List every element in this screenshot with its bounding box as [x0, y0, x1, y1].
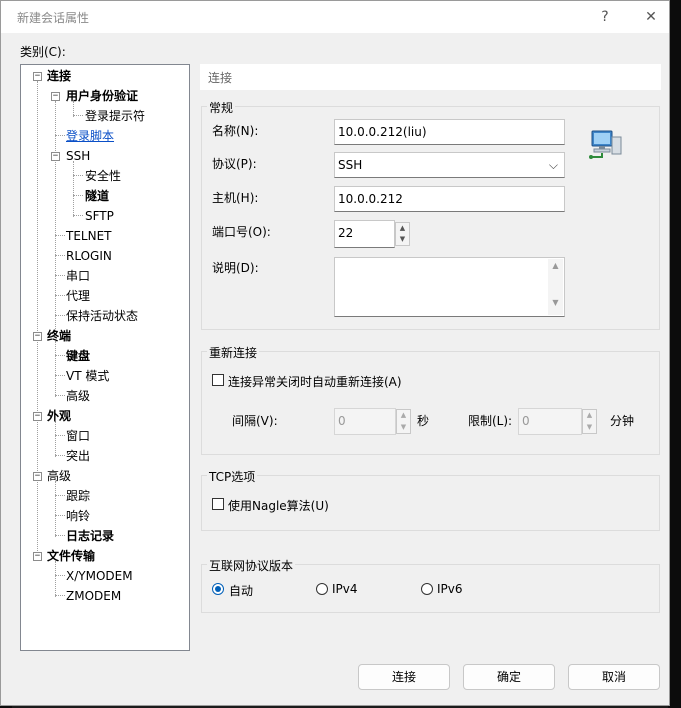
ip-version-group-title: 互联网协议版本: [207, 557, 296, 574]
tree-item-keyboard[interactable]: 键盘: [66, 348, 90, 364]
cancel-button[interactable]: 取消: [568, 664, 660, 690]
host-label: 主机(H):: [212, 191, 259, 205]
host-input[interactable]: 10.0.0.212: [334, 186, 565, 212]
limit-spinner[interactable]: ▲ ▼: [582, 409, 597, 434]
ipv4-label: IPv4: [332, 582, 358, 596]
nagle-checkbox[interactable]: [212, 498, 224, 510]
tree-item-terminal[interactable]: 终端: [47, 328, 71, 344]
expand-toggle-file-transfer[interactable]: −: [33, 552, 42, 561]
tree-item-file-transfer[interactable]: 文件传输: [47, 548, 95, 564]
ip-auto-radio[interactable]: [212, 583, 224, 595]
reconnect-group-title: 重新连接: [207, 344, 260, 361]
tree-item-xymodem[interactable]: X/YMODEM: [66, 568, 133, 584]
tree-item-trace[interactable]: 跟踪: [66, 488, 90, 504]
tree-item-rlogin[interactable]: RLOGIN: [66, 248, 112, 264]
protocol-label: 协议(P):: [212, 157, 257, 171]
tree-item-window[interactable]: 窗口: [66, 428, 90, 444]
tree-item-user-auth[interactable]: 用户身份验证: [66, 88, 138, 104]
tree-item-highlight[interactable]: 突出: [66, 448, 90, 464]
interval-spinner[interactable]: ▲ ▼: [396, 409, 411, 434]
tree-item-serial[interactable]: 串口: [66, 268, 90, 284]
limit-unit: 分钟: [610, 414, 635, 428]
tree-item-proxy[interactable]: 代理: [66, 288, 90, 304]
expand-toggle-appearance[interactable]: −: [33, 412, 42, 421]
ip-auto-label: 自动: [229, 584, 254, 598]
tree-item-security[interactable]: 安全性: [85, 168, 121, 184]
scroll-down-icon[interactable]: ▼: [548, 298, 563, 307]
tree-item-sftp[interactable]: SFTP: [85, 208, 114, 224]
panel-header: 连接: [200, 64, 661, 90]
general-group-title: 常规: [207, 99, 236, 116]
nagle-label: 使用Nagle算法(U): [228, 499, 329, 513]
expand-toggle-connection[interactable]: −: [33, 72, 42, 81]
expand-toggle-user-auth[interactable]: −: [51, 92, 60, 101]
category-tree[interactable]: − 连接 − 用户身份验证 登录提示符 登录脚本 − SSH 安全性 隧道 SF…: [20, 64, 190, 651]
description-label: 说明(D):: [212, 261, 259, 275]
title-bar: 新建会话属性 ? ✕: [1, 1, 669, 33]
limit-up-icon[interactable]: ▲: [583, 410, 596, 422]
protocol-select-value: SSH: [338, 158, 363, 172]
expand-toggle-advanced[interactable]: −: [33, 472, 42, 481]
auto-reconnect-checkbox[interactable]: [212, 374, 224, 386]
limit-down-icon[interactable]: ▼: [583, 422, 596, 434]
help-button[interactable]: ?: [590, 5, 620, 29]
connect-button[interactable]: 连接: [358, 664, 450, 690]
interval-up-icon[interactable]: ▲: [397, 410, 410, 422]
reconnect-group: [201, 351, 660, 455]
interval-input[interactable]: 0: [334, 408, 396, 435]
session-properties-dialog: 新建会话属性 ? ✕ 类别(C): − 连接 − 用户身份验证 登录提示符 登录…: [0, 0, 670, 706]
network-computer-icon: [589, 130, 622, 159]
tree-item-tunnel[interactable]: 隧道: [85, 188, 109, 204]
expand-toggle-ssh[interactable]: −: [51, 152, 60, 161]
name-label: 名称(N):: [212, 124, 259, 138]
port-input[interactable]: 22: [334, 220, 395, 248]
auto-reconnect-label: 连接异常关闭时自动重新连接(A): [228, 375, 402, 389]
tcp-group-title: TCP选项: [207, 468, 258, 485]
port-down-icon[interactable]: ▼: [396, 234, 409, 245]
tree-item-ssh[interactable]: SSH: [66, 148, 90, 164]
interval-unit: 秒: [417, 414, 430, 428]
category-label: 类别(C):: [20, 45, 66, 59]
tree-item-appearance[interactable]: 外观: [47, 408, 71, 424]
description-textarea[interactable]: [334, 257, 565, 317]
port-label: 端口号(O):: [212, 225, 271, 239]
tree-item-bell[interactable]: 响铃: [66, 508, 90, 524]
interval-down-icon[interactable]: ▼: [397, 422, 410, 434]
tree-item-terminal-advanced[interactable]: 高级: [66, 388, 90, 404]
expand-toggle-terminal[interactable]: −: [33, 332, 42, 341]
interval-label: 间隔(V):: [232, 414, 278, 428]
limit-label: 限制(L):: [468, 414, 513, 428]
panel-header-title: 连接: [208, 71, 233, 85]
ok-button[interactable]: 确定: [463, 664, 555, 690]
port-up-icon[interactable]: ▲: [396, 223, 409, 234]
port-spinner[interactable]: ▲ ▼: [395, 222, 410, 246]
ipv4-radio[interactable]: [316, 583, 328, 595]
tree-item-telnet[interactable]: TELNET: [66, 228, 112, 244]
limit-input[interactable]: 0: [518, 408, 582, 435]
tree-item-advanced[interactable]: 高级: [47, 468, 71, 484]
ipv6-label: IPv6: [437, 582, 463, 596]
tree-item-logging[interactable]: 日志记录: [66, 528, 114, 544]
tree-item-vt-mode[interactable]: VT 模式: [66, 368, 109, 384]
name-input[interactable]: 10.0.0.212(liu): [334, 119, 565, 145]
protocol-select[interactable]: SSH ⌵: [334, 152, 565, 178]
tree-item-zmodem[interactable]: ZMODEM: [66, 588, 121, 604]
chevron-down-icon: ⌵: [548, 158, 558, 172]
description-scrollbar[interactable]: ▲ ▼: [548, 259, 563, 315]
tree-item-connection[interactable]: 连接: [47, 68, 71, 84]
scroll-up-icon[interactable]: ▲: [548, 261, 563, 270]
close-button[interactable]: ✕: [636, 5, 666, 29]
tree-item-login-script[interactable]: 登录脚本: [66, 128, 114, 144]
tree-item-login-prompt[interactable]: 登录提示符: [85, 108, 145, 124]
tree-item-keepalive[interactable]: 保持活动状态: [66, 308, 138, 324]
window-title: 新建会话属性: [17, 11, 90, 25]
ipv6-radio[interactable]: [421, 583, 433, 595]
